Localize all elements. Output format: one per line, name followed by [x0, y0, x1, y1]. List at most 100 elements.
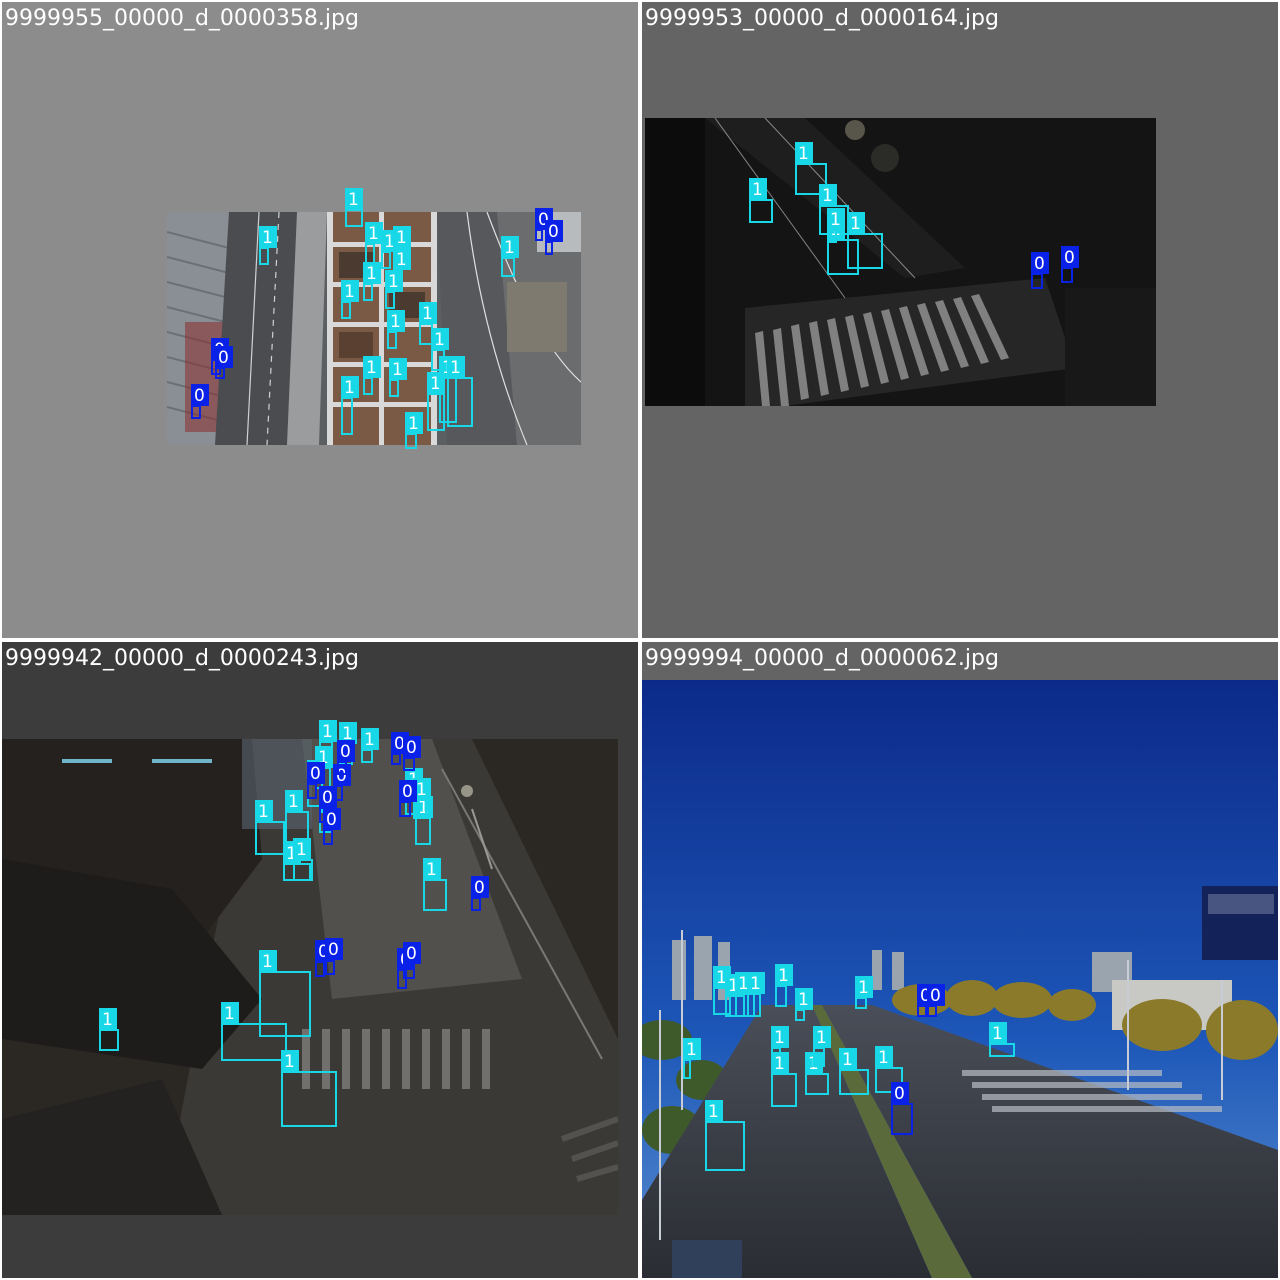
- detection-class-1: 1: [363, 356, 381, 395]
- bounding-box: [389, 379, 399, 397]
- bounding-box: [427, 393, 445, 431]
- detection-class-1: 1: [363, 262, 381, 301]
- class-label: 0: [474, 878, 485, 898]
- class-label: 1: [830, 210, 841, 230]
- class-label: 1: [368, 224, 379, 244]
- bounding-box: [391, 753, 401, 765]
- class-label: 1: [364, 730, 375, 750]
- detection-overlay: 11111100: [749, 142, 1079, 289]
- bounding-box: [771, 1073, 797, 1107]
- class-label: 1: [878, 1048, 889, 1068]
- class-label: 1: [842, 1050, 853, 1070]
- bounding-box: [805, 1073, 829, 1095]
- image-filename: 9999994_00000_d_0000062.jpg: [645, 646, 999, 671]
- image-tile-4: 1111111111111111000 9999994_00000_d_0000…: [642, 642, 1278, 1278]
- bounding-box: [927, 1005, 937, 1017]
- class-label: 1: [348, 190, 359, 210]
- detection-class-1: 1: [281, 1050, 337, 1127]
- bounding-box: [307, 783, 317, 799]
- bounding-box: [325, 959, 335, 975]
- detection-class-1: 1: [285, 790, 309, 843]
- bounding-box: [99, 1029, 119, 1051]
- detection-class-0: 0: [891, 1082, 913, 1135]
- class-label: 1: [288, 792, 299, 812]
- detection-class-1: 1: [385, 270, 403, 309]
- class-label: 1: [778, 966, 789, 986]
- class-label: 0: [328, 940, 339, 960]
- bounding-box: [839, 1069, 869, 1095]
- image-filename: 9999953_00000_d_0000164.jpg: [645, 6, 999, 31]
- class-label: 1: [774, 1028, 785, 1048]
- class-label: 1: [284, 1052, 295, 1072]
- detection-class-1: 1: [389, 358, 407, 397]
- class-label: 1: [822, 186, 833, 206]
- image-filename: 9999942_00000_d_0000243.jpg: [5, 646, 359, 671]
- detection-class-0: 0: [471, 876, 489, 911]
- detection-class-0: 0: [323, 808, 341, 845]
- class-label: 0: [310, 764, 321, 784]
- bounding-box: [385, 291, 395, 309]
- class-label: 1: [344, 282, 355, 302]
- bounding-box: [283, 863, 311, 881]
- bounding-box: [795, 1009, 805, 1021]
- bounding-box: [285, 811, 309, 843]
- bounding-box: [255, 821, 285, 855]
- bounding-box: [447, 377, 473, 427]
- detection-overlay: 1 1 1 111111 111 11110 00: [683, 964, 1015, 1171]
- class-label: 1: [416, 780, 427, 800]
- class-label: 1: [296, 840, 307, 860]
- detection-class-1: 1: [259, 226, 277, 265]
- detection-class-1: 1: [405, 412, 423, 449]
- bounding-box: [423, 879, 447, 911]
- detection-class-1: 1: [365, 222, 383, 265]
- detection-class-1: 1: [683, 1038, 701, 1079]
- class-label: 1: [774, 1054, 785, 1074]
- class-label: 1: [850, 214, 861, 234]
- detection-class-0: 0: [545, 220, 563, 255]
- detection-class-0: 0: [927, 984, 945, 1017]
- bounding-box: [535, 229, 543, 241]
- bounding-box: [1061, 267, 1073, 283]
- detection-class-1: 1: [501, 236, 519, 277]
- bounding-box: [405, 433, 417, 449]
- bounding-box: [501, 257, 515, 277]
- bounding-box: [363, 283, 373, 301]
- detection-overlay: 1111111111111111111100000: [191, 188, 563, 449]
- bounding-box: [345, 209, 363, 227]
- class-label: 0: [548, 222, 559, 242]
- detection-class-1: 1: [747, 972, 765, 1017]
- detection-class-1: 1: [423, 858, 447, 911]
- class-label: 0: [322, 788, 333, 808]
- image-tile-3: 1111111111111111110000000000000 9999942_…: [2, 642, 638, 1278]
- bounding-box: [705, 1121, 745, 1171]
- class-label: 0: [1034, 254, 1045, 274]
- detection-overlay: 1111111111111111110000000000000: [99, 720, 489, 1127]
- class-label: 0: [326, 810, 337, 830]
- class-label: 1: [708, 1102, 719, 1122]
- class-label: 1: [262, 228, 273, 248]
- detection-class-0: 0: [191, 384, 209, 419]
- class-label: 1: [344, 378, 355, 398]
- class-label: 1: [258, 802, 269, 822]
- bounding-box: [471, 897, 481, 911]
- detection-class-1: 1: [749, 178, 773, 223]
- bounding-box: [1031, 273, 1043, 289]
- detection-class-0: 0: [1031, 252, 1049, 289]
- detection-class-0: 0: [325, 938, 343, 975]
- class-label: 0: [406, 944, 417, 964]
- detection-class-1: 1: [839, 1048, 869, 1095]
- bounding-box: [315, 961, 325, 977]
- class-label: 1: [686, 1040, 697, 1060]
- class-label: 0: [218, 348, 229, 368]
- bounding-box: [855, 997, 867, 1009]
- detection-class-1: 1: [775, 964, 793, 1007]
- class-label: 1: [366, 358, 377, 378]
- detection-class-1: 1: [99, 1008, 119, 1051]
- bounding-box: [387, 331, 397, 349]
- class-label: 1: [858, 978, 869, 998]
- detection-class-1: 1: [345, 188, 363, 227]
- class-label: 1: [396, 228, 407, 248]
- class-label: 1: [392, 360, 403, 380]
- bounding-box: [419, 323, 433, 345]
- class-label: 1: [798, 990, 809, 1010]
